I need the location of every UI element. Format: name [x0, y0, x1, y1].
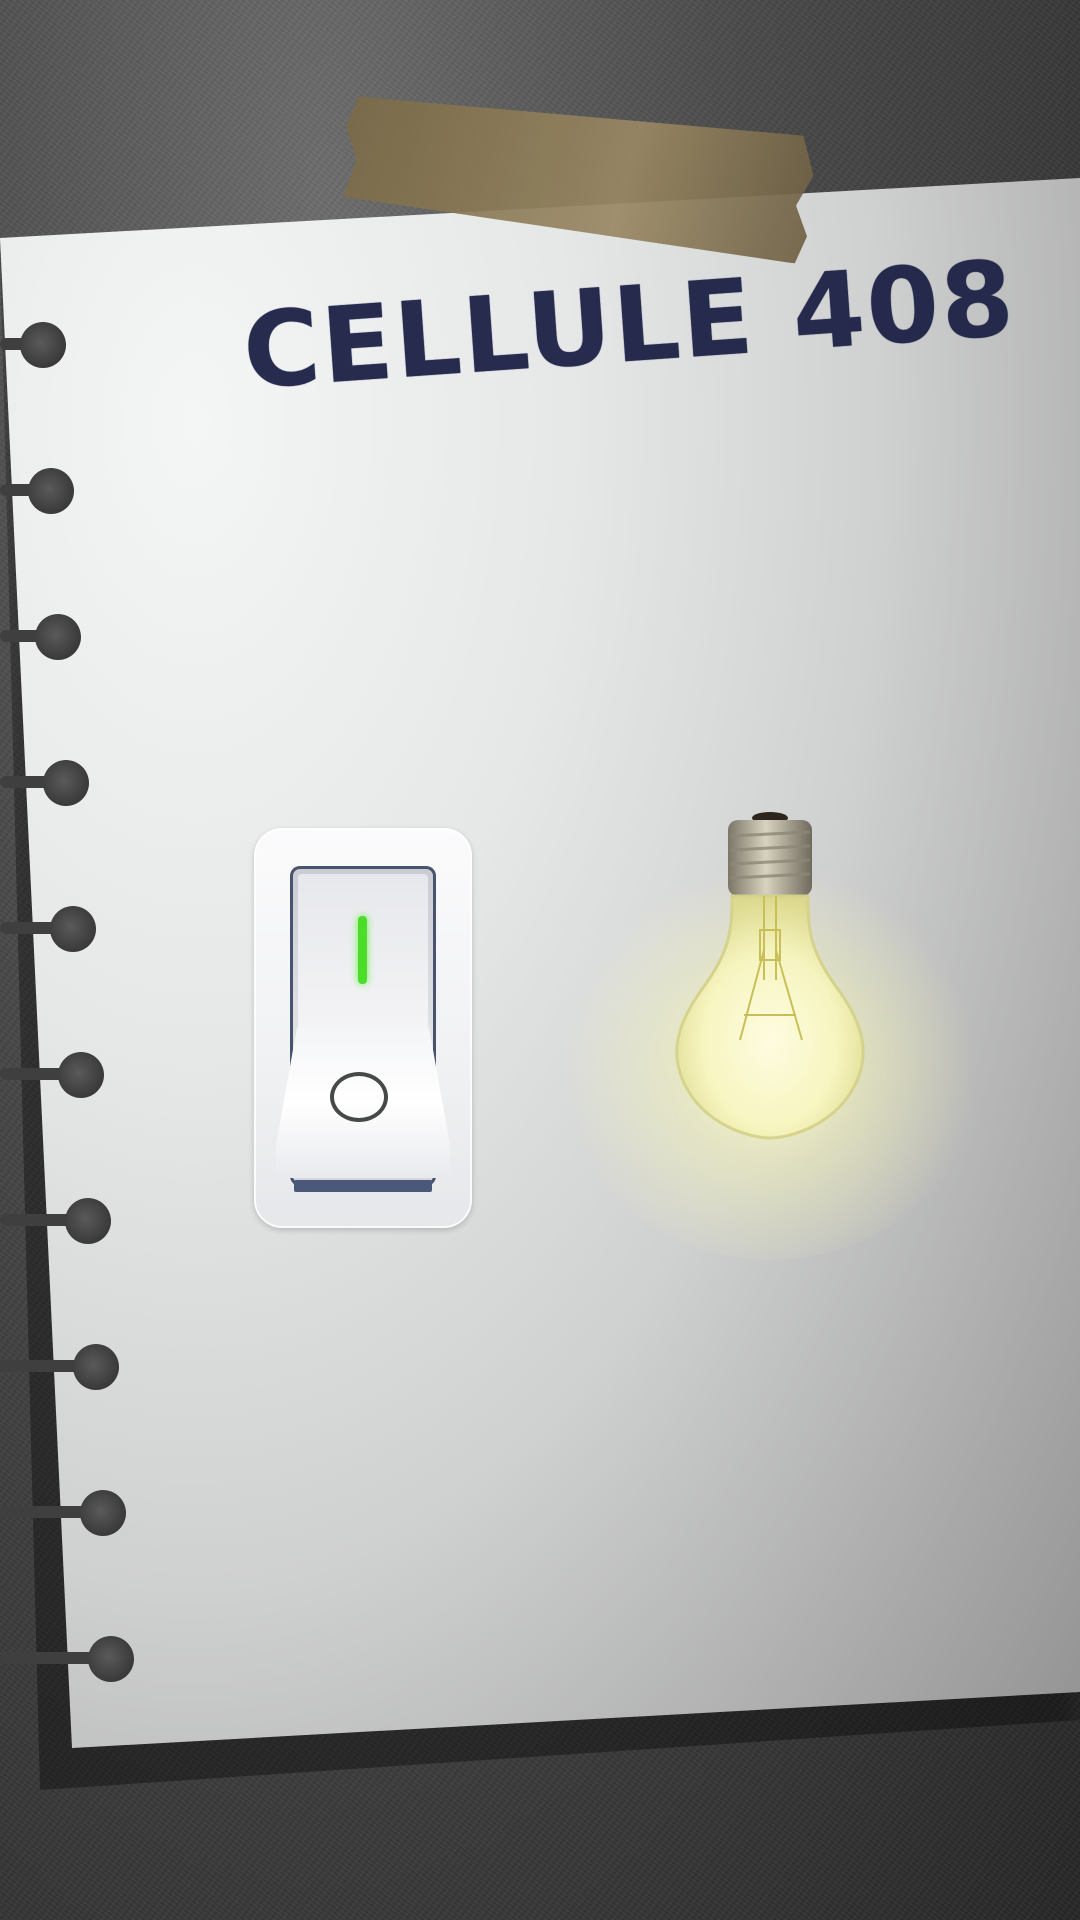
- switch-off-indicator-icon: [330, 1072, 388, 1122]
- binder-hole: [20, 322, 66, 368]
- game-scene: CELLULE 408: [0, 0, 1080, 1920]
- binder-hole: [35, 614, 81, 660]
- binder-hole: [80, 1490, 126, 1536]
- light-bulb-icon: [675, 812, 865, 1140]
- binder-hole: [87, 1636, 134, 1682]
- binder-holes: [0, 0, 160, 1920]
- binder-hole: [42, 760, 89, 806]
- binder-hole: [50, 906, 96, 952]
- binder-hole: [27, 468, 74, 514]
- binder-hole: [72, 1344, 119, 1390]
- switch-on-indicator-icon: [358, 916, 367, 984]
- light-bulb[interactable]: [550, 800, 990, 1260]
- switch-base: [294, 1180, 432, 1192]
- binder-hole: [57, 1052, 104, 1098]
- light-switch[interactable]: [254, 828, 472, 1228]
- binder-hole: [65, 1198, 111, 1244]
